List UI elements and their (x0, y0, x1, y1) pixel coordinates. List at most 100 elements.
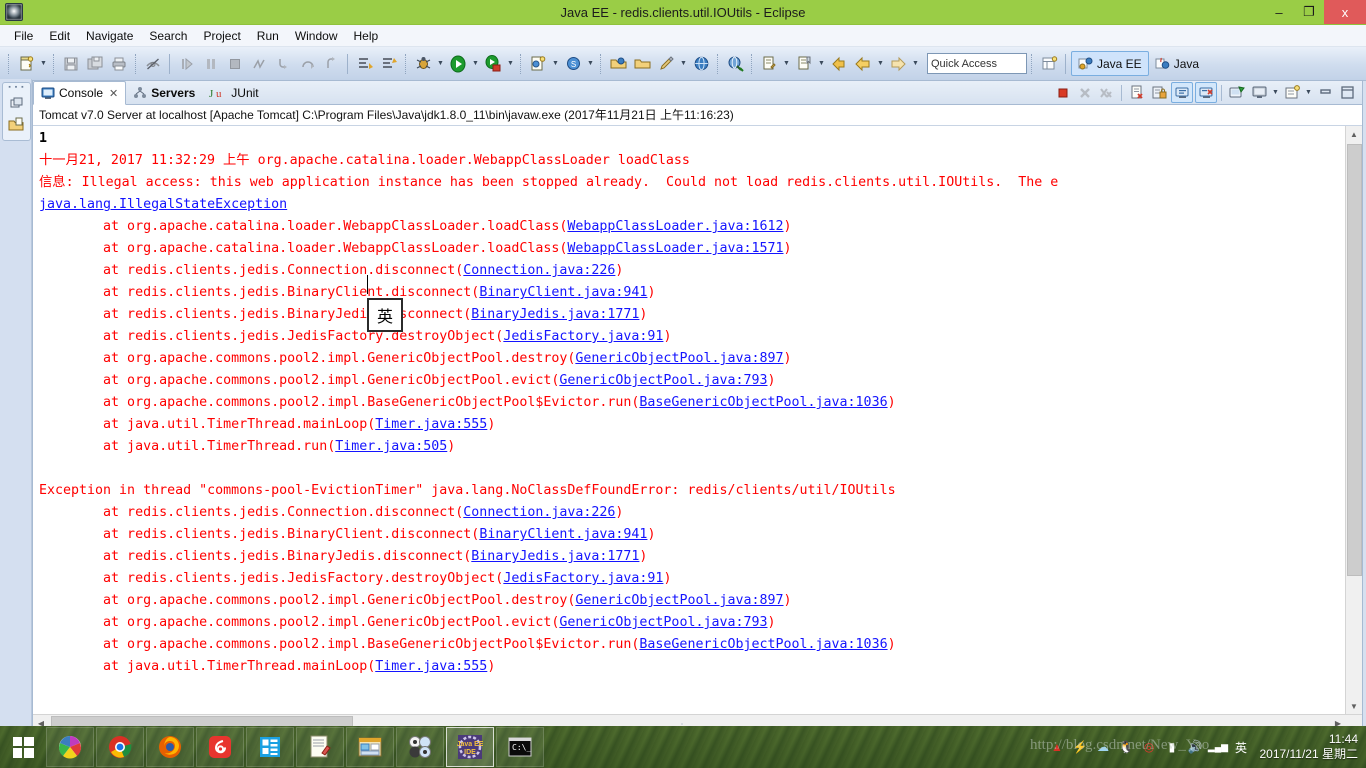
stack-trace-link[interactable]: BinaryJedis.java:1771 (471, 307, 639, 322)
scroll-up-arrow-icon[interactable]: ▲ (1346, 126, 1362, 142)
menu-help[interactable]: Help (346, 27, 387, 45)
stack-trace-link[interactable]: Connection.java:226 (463, 263, 615, 278)
run-icon[interactable] (447, 53, 469, 75)
new-java-project-dropdown-icon[interactable]: ▼ (550, 53, 561, 75)
open-resource-icon[interactable] (631, 53, 653, 75)
tray-icon-network[interactable]: ▂▄▆ (1208, 739, 1228, 756)
tray-icon-volume[interactable]: 🔊 (1186, 739, 1203, 756)
taskbar-item-netease-music[interactable] (196, 727, 244, 767)
vertical-scroll-thumb[interactable] (1347, 144, 1362, 576)
debug-dropdown-icon[interactable]: ▼ (435, 53, 446, 75)
last-edit-location-icon[interactable] (758, 53, 780, 75)
stack-trace-link[interactable]: JedisFactory.java:91 (503, 571, 663, 586)
taskbar-item-chrome[interactable] (96, 727, 144, 767)
open-browser-icon[interactable] (690, 53, 712, 75)
tray-icon-qq[interactable]: 🐧 (1117, 739, 1134, 756)
stack-trace-link[interactable]: WebappClassLoader.java:1612 (567, 219, 783, 234)
taskbar-item-firefox[interactable] (146, 727, 194, 767)
menu-run[interactable]: Run (249, 27, 287, 45)
tab-junit[interactable]: Ju JUnit (202, 82, 265, 104)
stack-trace-link[interactable]: BaseGenericObjectPool.java:1036 (639, 637, 887, 652)
tray-icon-ime[interactable]: 英 (1232, 739, 1249, 756)
last-edit-dropdown-icon[interactable]: ▼ (781, 53, 792, 75)
menu-project[interactable]: Project (195, 27, 248, 45)
new-wizard-dropdown-icon[interactable]: ▼ (38, 53, 49, 75)
perspective-java[interactable]: Java (1149, 52, 1205, 75)
stack-trace-link[interactable]: GenericObjectPool.java:897 (575, 351, 783, 366)
stack-trace-link[interactable]: WebappClassLoader.java:1571 (567, 241, 783, 256)
edit-dropdown-icon[interactable]: ▼ (678, 53, 689, 75)
remove-launch-button[interactable] (1075, 83, 1095, 102)
new-class-dropdown-icon[interactable]: ▼ (585, 53, 596, 75)
back-arrow-icon[interactable] (852, 53, 874, 75)
stack-trace-link[interactable]: JedisFactory.java:91 (503, 329, 663, 344)
stack-trace-link[interactable]: BinaryJedis.java:1771 (471, 549, 639, 564)
console-vertical-scrollbar[interactable]: ▲ ▼ (1345, 126, 1362, 714)
save-icon[interactable] (60, 53, 82, 75)
search-globe-icon[interactable] (724, 53, 746, 75)
project-explorer-icon[interactable] (3, 114, 30, 136)
scroll-down-arrow-icon[interactable]: ▼ (1346, 698, 1362, 714)
start-button[interactable] (0, 726, 46, 768)
menu-search[interactable]: Search (141, 27, 195, 45)
toggle-mark-occurrences-icon[interactable] (142, 53, 164, 75)
scroll-lock-button[interactable] (1149, 83, 1169, 102)
menu-window[interactable]: Window (287, 27, 346, 45)
console-text[interactable]: 1 十一月21, 2017 11:32:29 上午 org.apache.cata… (39, 128, 1344, 678)
menu-file[interactable]: File (6, 27, 41, 45)
stack-trace-link[interactable]: Timer.java:555 (375, 659, 487, 674)
forward-arrow-icon[interactable] (887, 53, 909, 75)
open-type-icon[interactable] (607, 53, 629, 75)
previous-annotation-icon[interactable] (378, 53, 400, 75)
maximize-view-button[interactable] (1337, 83, 1357, 102)
new-class-icon[interactable]: S (562, 53, 584, 75)
stack-trace-link[interactable]: GenericObjectPool.java:897 (575, 593, 783, 608)
taskbar-item-explorer[interactable] (246, 727, 294, 767)
bookmark-icon[interactable] (793, 53, 815, 75)
tab-console[interactable]: Console ✕ (33, 81, 127, 105)
taskbar-item-file-manager[interactable] (346, 727, 394, 767)
new-wizard-icon[interactable] (15, 53, 37, 75)
tab-servers[interactable]: Servers (126, 82, 202, 104)
forward-dropdown-icon[interactable]: ▼ (910, 53, 921, 75)
restore-view-icon[interactable] (3, 92, 30, 114)
maximize-window-button[interactable]: ❐ (1294, 0, 1324, 24)
close-window-button[interactable]: x (1324, 0, 1366, 24)
tray-icon-cloud-sync[interactable]: ☁ (1094, 739, 1111, 756)
display-console-dropdown-icon[interactable]: ▼ (1270, 82, 1281, 104)
debug-bug-icon[interactable] (412, 53, 434, 75)
stack-trace-link[interactable]: Timer.java:505 (335, 439, 447, 454)
back-dropdown-icon[interactable]: ▼ (875, 53, 886, 75)
tray-icon-netease-music[interactable]: ◎ (1140, 739, 1157, 756)
restore-minimized-view-group[interactable]: ▪ ▪ ▪ (2, 82, 31, 141)
menu-navigate[interactable]: Navigate (78, 27, 141, 45)
taskbar-item-eclipse-javaee[interactable]: Java EE IDE (446, 727, 494, 767)
run-dropdown-icon[interactable]: ▼ (470, 53, 481, 75)
show-console-on-error-button[interactable] (1195, 82, 1217, 103)
perspective-java-ee[interactable]: Java EE (1071, 51, 1149, 76)
taskbar-item-colorful-pinwheel[interactable] (46, 727, 94, 767)
stack-trace-link[interactable]: GenericObjectPool.java:793 (559, 615, 767, 630)
next-annotation-icon[interactable] (354, 53, 376, 75)
display-selected-console-button[interactable] (1249, 83, 1269, 102)
remove-all-terminated-button[interactable] (1097, 83, 1117, 102)
open-console-dropdown-icon[interactable]: ▼ (1303, 82, 1314, 104)
terminate-button[interactable] (1053, 83, 1073, 102)
stack-trace-link[interactable]: Timer.java:555 (375, 417, 487, 432)
taskbar-item-command-prompt[interactable]: C:\_ (496, 727, 544, 767)
show-console-on-output-button[interactable] (1171, 82, 1193, 103)
tab-console-close-icon[interactable]: ✕ (109, 87, 118, 100)
taskbar-item-notepad-editor[interactable] (296, 727, 344, 767)
taskbar-clock[interactable]: 11:44 2017/11/21 星期二 (1255, 732, 1358, 762)
stack-trace-link[interactable]: GenericObjectPool.java:793 (559, 373, 767, 388)
edit-pencil-icon[interactable] (655, 53, 677, 75)
stack-trace-link[interactable]: BinaryClient.java:941 (479, 285, 647, 300)
new-java-project-icon[interactable] (527, 53, 549, 75)
minimize-window-button[interactable]: – (1264, 0, 1294, 24)
external-tools-dropdown-icon[interactable]: ▼ (505, 53, 516, 75)
tray-icon-triangle[interactable]: ▲ (1048, 739, 1065, 756)
bookmark-dropdown-icon[interactable]: ▼ (816, 53, 827, 75)
menu-edit[interactable]: Edit (41, 27, 78, 45)
save-all-icon[interactable] (84, 53, 106, 75)
stack-trace-link[interactable]: BaseGenericObjectPool.java:1036 (639, 395, 887, 410)
